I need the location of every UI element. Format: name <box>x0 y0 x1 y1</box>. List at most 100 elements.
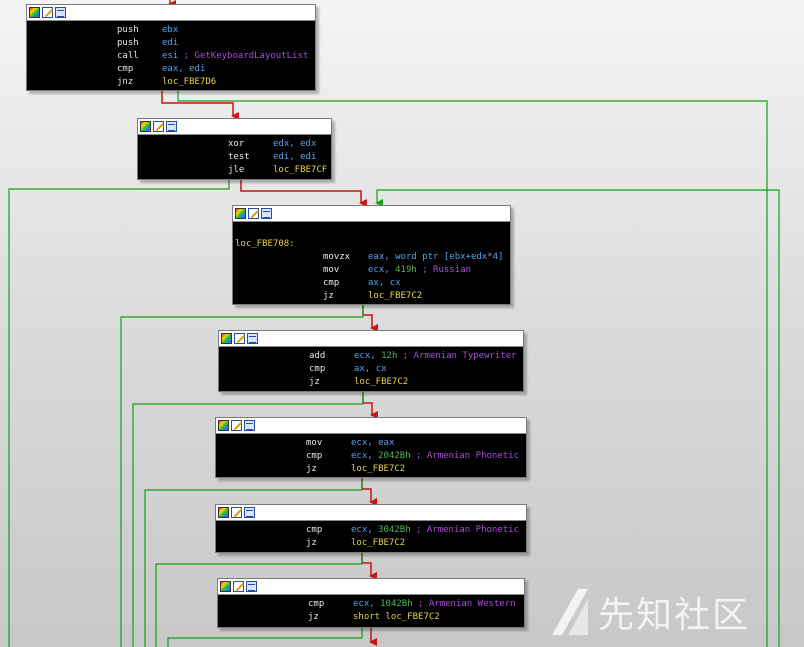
block-header <box>138 119 331 135</box>
code-block-loc-fbe708[interactable]: loc_FBE708: movzx eax, word ptr [ebx+edx*4… <box>232 205 511 305</box>
instruction-row[interactable]: jz loc_FBE7C2 <box>219 376 523 389</box>
operand: cx <box>389 278 401 288</box>
operand: 1042Bh <box>380 599 413 609</box>
color-icon[interactable] <box>221 333 232 344</box>
instruction-row[interactable]: add ecx, 12h ; Armenian Typewriter <box>219 350 523 363</box>
edge-n2-n3 <box>240 178 367 207</box>
graph-icon[interactable] <box>244 420 255 431</box>
watermark-text: 先知社区 <box>598 595 751 636</box>
jump-target[interactable]: loc_FBE7D6 <box>162 77 216 87</box>
mnemonic: cmp <box>323 278 340 288</box>
code-block-4[interactable]: add ecx, 12h ; Armenian Typewriter cmp ax, … <box>218 330 524 392</box>
edge-n1-n2 <box>161 90 239 120</box>
edit-icon[interactable] <box>233 581 244 592</box>
comment: ; Armenian Typewriter <box>397 351 517 361</box>
instruction-row[interactable]: cmp ax, cx <box>233 277 510 290</box>
instruction-row[interactable]: cmp ecx, 3042Bh ; Armenian Phonetic <box>216 524 526 537</box>
block-body: cmp ecx, 3042Bh ; Armenian Phonetic jz loc_… <box>216 521 526 553</box>
instruction-row[interactable]: cmp ecx, 1042Bh ; Armenian Western <box>218 598 524 611</box>
instruction-row[interactable]: cmp ecx, 2042Bh ; Armenian Phonetic <box>216 450 526 463</box>
instruction-row[interactable]: jle loc_FBE7CF <box>138 164 331 177</box>
edit-icon[interactable] <box>248 208 259 219</box>
edit-icon[interactable] <box>231 507 242 518</box>
color-icon[interactable] <box>218 420 229 431</box>
graph-icon[interactable] <box>261 208 272 219</box>
code-block-2[interactable]: xor edx, edx test edi, edi jle loc_FBE7CF <box>137 118 332 180</box>
operand: ebx <box>162 25 179 35</box>
operand: ax <box>354 364 365 374</box>
operand: , <box>364 364 376 374</box>
instruction-row[interactable]: jz loc_FBE7C2 <box>233 290 510 303</box>
comment: ; Armenian Western <box>412 599 516 609</box>
edit-icon[interactable] <box>234 333 245 344</box>
label-row: loc_FBE708: <box>233 238 510 251</box>
operand: , <box>370 351 382 361</box>
code-block-5[interactable]: mov ecx, eax cmp ecx, 2042Bh ; Armenian Pho… <box>215 417 527 478</box>
block-header <box>219 331 523 347</box>
jump-target[interactable]: loc_FBE7CF <box>273 165 327 175</box>
color-icon[interactable] <box>218 507 229 518</box>
mnemonic: mov <box>306 438 323 448</box>
graph-icon[interactable] <box>244 507 255 518</box>
jump-target[interactable]: loc_FBE7C2 <box>351 538 405 548</box>
jump-target[interactable]: loc_FBE7C2 <box>354 377 408 387</box>
block-header <box>216 505 526 521</box>
graph-icon[interactable] <box>166 121 177 132</box>
block-label[interactable]: loc_FBE708: <box>235 239 295 249</box>
color-icon[interactable] <box>29 7 40 18</box>
block-header <box>27 5 315 21</box>
color-icon[interactable] <box>220 581 231 592</box>
edit-icon[interactable] <box>153 121 164 132</box>
instruction-row[interactable]: cmp eax, edi <box>27 63 315 76</box>
instruction-row[interactable]: mov ecx, 419h ; Russian <box>233 264 510 277</box>
instruction-row[interactable]: movzx eax, word ptr [ebx+edx*4] <box>233 251 510 264</box>
graph-icon[interactable] <box>247 333 258 344</box>
instruction-row[interactable]: push edi <box>27 37 315 50</box>
instruction-row[interactable]: jnz loc_FBE7D6 <box>27 76 315 89</box>
edge-n2-left <box>8 178 230 647</box>
color-icon[interactable] <box>235 208 246 219</box>
instruction-row[interactable]: push ebx <box>27 24 315 37</box>
edit-icon[interactable] <box>42 7 53 18</box>
operand: eax <box>162 64 179 74</box>
mnemonic: push <box>117 38 139 48</box>
jump-target[interactable]: loc_FBE7C2 <box>368 291 422 301</box>
instruction-row[interactable]: call esi ; GetKeyboardLayoutList <box>27 50 315 63</box>
graph-icon[interactable] <box>246 581 257 592</box>
instruction-row[interactable]: jz short loc_FBE7C2 <box>218 611 524 624</box>
operand: ecx <box>351 438 368 448</box>
instruction-row[interactable]: jz loc_FBE7C2 <box>216 537 526 550</box>
instruction-row[interactable]: test edi, edi <box>138 151 331 164</box>
operand: word ptr [ebx+edx*4] <box>395 252 504 262</box>
operand: , <box>378 278 390 288</box>
edge-n5-n6 <box>361 476 377 506</box>
jump-target[interactable]: short loc_FBE7C2 <box>353 612 440 622</box>
operand: , <box>289 152 301 162</box>
instruction-row[interactable]: xor edx, edx <box>138 138 331 151</box>
operand: , <box>384 252 396 262</box>
graph-icon[interactable] <box>55 7 66 18</box>
mnemonic: jz <box>309 377 320 387</box>
edge-n6-n7 <box>361 551 377 580</box>
mnemonic: cmp <box>309 364 326 374</box>
mnemonic: jz <box>308 612 319 622</box>
instruction-row[interactable]: jz loc_FBE7C2 <box>216 463 526 476</box>
operand: edi <box>273 152 290 162</box>
block-header <box>233 206 510 222</box>
code-block-7[interactable]: cmp ecx, 1042Bh ; Armenian Western jz short… <box>217 578 525 628</box>
block-body: cmp ecx, 1042Bh ; Armenian Western jz short… <box>218 595 524 627</box>
edge-n7-left <box>167 626 363 647</box>
operand: 12h <box>381 351 398 361</box>
code-block-6[interactable]: cmp ecx, 3042Bh ; Armenian Phonetic jz loc_… <box>215 504 527 553</box>
instruction-row[interactable]: cmp ax, cx <box>219 363 523 376</box>
code-block-1[interactable]: push ebx push edi call esi ; GetKeyboardLayou… <box>26 4 316 91</box>
operand: ecx <box>368 265 385 275</box>
block-body: add ecx, 12h ; Armenian Typewriter cmp ax, … <box>219 347 523 392</box>
jump-target[interactable]: loc_FBE7C2 <box>351 464 405 474</box>
mnemonic: jz <box>306 538 317 548</box>
color-icon[interactable] <box>140 121 151 132</box>
instruction-row[interactable]: mov ecx, eax <box>216 437 526 450</box>
mnemonic: movzx <box>323 252 351 262</box>
edit-icon[interactable] <box>231 420 242 431</box>
block-body: push ebx push edi call esi ; GetKeyboardLayou… <box>27 21 315 92</box>
